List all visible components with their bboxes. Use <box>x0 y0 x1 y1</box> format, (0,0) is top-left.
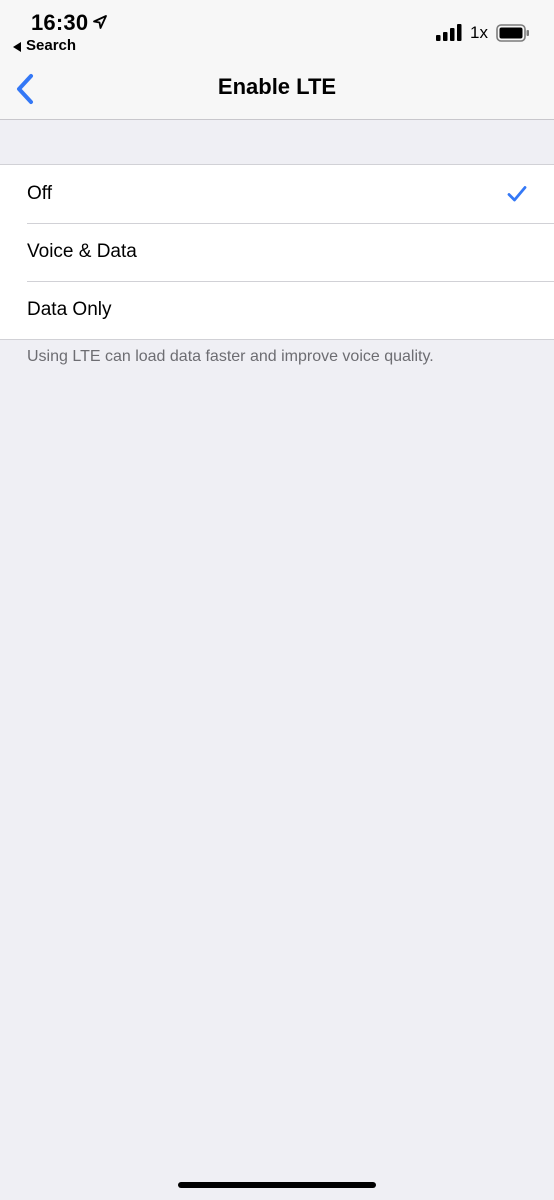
option-label: Data Only <box>27 299 112 320</box>
option-off[interactable]: Off <box>0 165 554 223</box>
zoom-indicator: 1x <box>470 23 488 42</box>
home-indicator[interactable] <box>178 1182 376 1188</box>
back-app-label: Search <box>26 37 77 54</box>
status-time: 16:30 <box>31 10 89 35</box>
option-label: Voice & Data <box>27 241 137 262</box>
top-bar: 16:30 Search 1x Enable LTE <box>0 0 554 120</box>
option-data-only[interactable]: Data Only <box>0 281 554 339</box>
cellular-signal-icon <box>436 24 462 42</box>
back-triangle-icon <box>12 40 22 52</box>
checkmark-icon <box>507 185 527 203</box>
lte-footer-note: Using LTE can load data faster and impro… <box>27 348 434 365</box>
option-label: Off <box>27 183 52 204</box>
back-to-app-link[interactable]: Search <box>12 37 76 54</box>
location-arrow-icon <box>92 14 108 30</box>
battery-icon <box>496 24 530 42</box>
page-title: Enable LTE <box>217 74 337 99</box>
option-voice-and-data[interactable]: Voice & Data <box>0 223 554 281</box>
lte-options-list: Off Voice & Data Data Only <box>0 164 554 340</box>
